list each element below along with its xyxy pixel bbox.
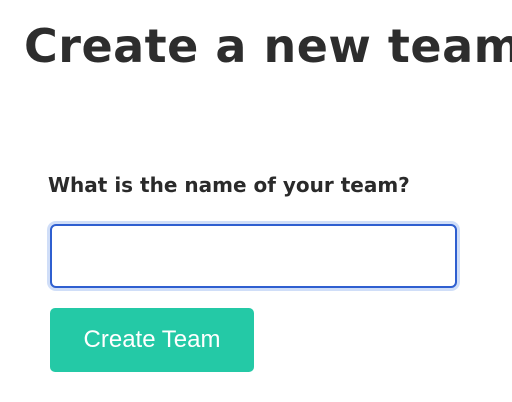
team-name-input[interactable] bbox=[50, 224, 457, 288]
create-team-button[interactable]: Create Team bbox=[50, 308, 254, 372]
team-name-label: What is the name of your team? bbox=[48, 173, 410, 197]
page-title: Create a new team bbox=[24, 19, 512, 73]
